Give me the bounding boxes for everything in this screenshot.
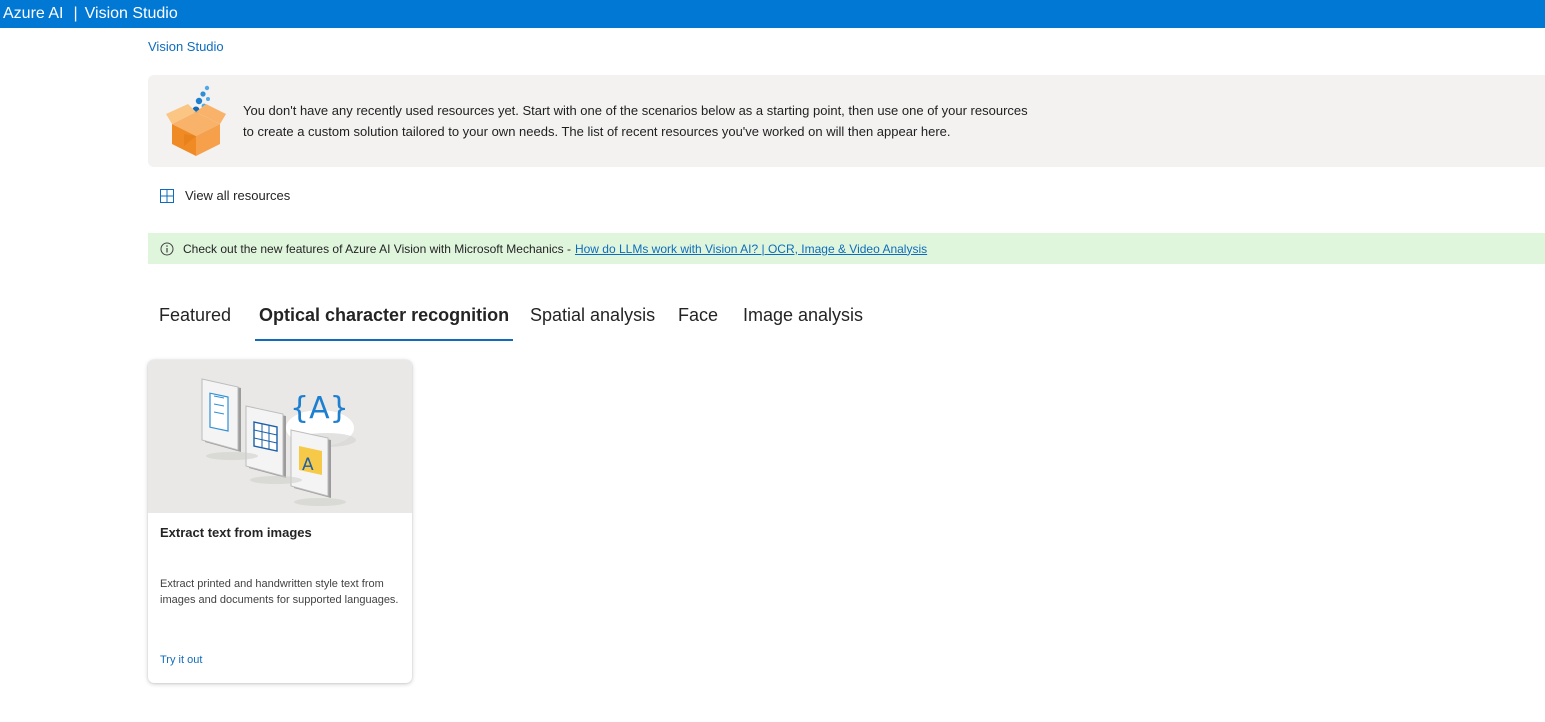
banner-line-1: You don't have any recently used resourc… [243, 103, 1028, 118]
view-all-resources-label: View all resources [185, 188, 291, 203]
breadcrumb[interactable]: Vision Studio [148, 39, 224, 54]
tab-featured[interactable]: Featured [159, 305, 231, 341]
card-description: Extract printed and handwritten style te… [160, 578, 399, 606]
banner-message: You don't have any recently used resourc… [243, 100, 1143, 142]
notice-bar: Check out the new features of Azure AI V… [148, 233, 1545, 264]
brand-separator: | [73, 5, 78, 22]
grid-icon [160, 188, 174, 203]
card-illustration: {A} A [148, 360, 412, 513]
brand-name[interactable]: Azure AI [3, 5, 63, 23]
open-box-icon [166, 85, 226, 156]
notice-link[interactable]: How do LLMs work with Vision AI? | OCR, … [575, 242, 927, 256]
top-bar: Azure AI | Vision Studio [0, 0, 1545, 28]
recent-resources-banner: You don't have any recently used resourc… [148, 75, 1545, 167]
notice-text: Check out the new features of Azure AI V… [183, 241, 571, 256]
svg-text:A: A [302, 455, 314, 475]
tab-optical-character-recognition[interactable]: Optical character recognition [254, 305, 514, 341]
tab-spatial-analysis[interactable]: Spatial analysis [530, 305, 655, 341]
view-all-resources-button[interactable]: View all resources [160, 188, 290, 203]
banner-line-2: to create a custom solution tailored to … [243, 124, 951, 139]
card-title: Extract text from images [160, 525, 312, 540]
info-icon [160, 242, 174, 255]
tab-face[interactable]: Face [678, 305, 718, 341]
product-name[interactable]: Vision Studio [85, 5, 178, 23]
svg-text:{A}: {A} [290, 391, 349, 426]
tab-image-analysis[interactable]: Image analysis [743, 305, 863, 341]
ocr-documents-illustration: {A} A [201, 378, 356, 506]
scenario-card[interactable]: {A} A Extract text from images Extract p… [148, 360, 412, 683]
try-it-out-link[interactable]: Try it out [160, 654, 202, 666]
